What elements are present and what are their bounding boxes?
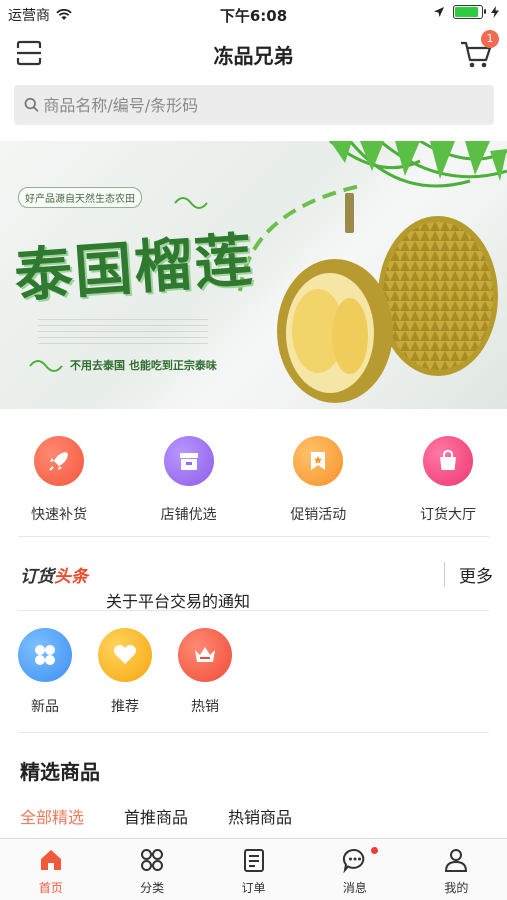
divider [18,536,489,537]
more-link[interactable]: 更多 [444,562,493,587]
quick-actions: 快速补货 店铺优选 促销活动 订货大厅 [0,432,507,532]
category-shortcuts: 新品 推荐 热销 [0,628,320,720]
quick-action-promotions[interactable]: 促销活动 [273,432,363,532]
search-input[interactable] [43,95,494,115]
search-bar[interactable] [14,85,494,125]
quick-action-label: 促销活动 [290,507,347,523]
order-icon [243,849,264,872]
quick-action-order-hall[interactable]: 订货大厅 [403,432,493,532]
tab-label: 我的 [444,881,469,895]
cart-count-badge: 1 [481,30,499,48]
tab-home[interactable]: 首页 [0,839,101,900]
featured-tabs: 全部精选 首推商品 热销商品 [20,804,292,828]
tab-category[interactable]: 分类 [101,839,202,900]
tab-hot-sellers[interactable]: 热销商品 [228,804,292,828]
tab-top-recommended[interactable]: 首推商品 [124,804,188,828]
tab-label: 订单 [241,881,266,895]
featured-title: 精选商品 [20,760,100,784]
category-recommended[interactable]: 推荐 [98,628,152,720]
tab-label: 分类 [140,881,165,895]
banner-tagline-top: 好产品源自天然生态农田 [18,187,142,208]
headline-news[interactable]: 订货头条 关于平台交易的通知 更多 [0,556,507,611]
bottom-tab-bar: 首页 分类 订单 消息 我的 [0,838,507,900]
category-label: 热销 [191,699,219,715]
category-label: 新品 [31,699,59,715]
ribbon-icon [293,436,344,486]
category-label: 推荐 [111,699,139,715]
cart-button[interactable]: 1 [459,30,499,70]
tab-all-picks[interactable]: 全部精选 [20,804,84,828]
tab-orders[interactable]: 订单 [203,839,304,900]
promo-banner[interactable]: 好产品源自天然生态农田 泰国榴莲 不用去泰国 也能吃到正宗泰味 [0,141,507,409]
quick-action-restock[interactable]: 快速补货 [14,432,104,532]
clock: 下午6:08 [219,7,288,25]
store-icon [163,436,214,486]
category-icon [141,849,164,871]
location-arrow-icon [434,7,444,17]
banner-headline: 泰国榴莲 [12,225,257,311]
news-logo-part2: 头条 [54,567,88,587]
app-header: 冻品兄弟 1 [0,28,507,78]
news-logo: 订货头条 [20,562,88,587]
battery-icon [453,5,486,19]
divider [18,610,489,611]
tab-label: 消息 [342,881,367,895]
status-bar: 运营商 下午6:08 [0,0,507,28]
grid-icon [18,628,72,682]
quick-action-store-picks[interactable]: 店铺优选 [144,432,234,532]
home-icon [40,850,61,870]
quick-action-label: 店铺优选 [160,507,217,523]
tab-profile[interactable]: 我的 [406,839,507,900]
message-icon [342,848,365,874]
news-logo-part1: 订货 [20,567,54,587]
page-title: 冻品兄弟 [213,44,294,68]
profile-icon [445,849,468,872]
rocket-icon [34,436,84,486]
quick-action-label: 订货大厅 [419,507,476,523]
shopping-bag-icon [422,436,473,486]
charging-icon [491,6,499,18]
tab-label: 首页 [38,881,63,895]
divider [18,732,489,733]
battery-fill [455,7,479,17]
unread-dot [370,847,378,854]
tab-messages[interactable]: 消息 [304,839,405,900]
banner-tagline-bottom: 不用去泰国 也能吃到正宗泰味 [70,359,217,372]
banner-smallprint-decoration [38,319,208,345]
crown-icon [178,628,232,682]
category-hot[interactable]: 热销 [178,628,232,720]
category-new[interactable]: 新品 [18,628,72,720]
news-item[interactable]: 关于平台交易的通知 [106,588,250,612]
heart-icon [98,628,152,682]
search-icon [24,97,39,112]
quick-action-label: 快速补货 [31,507,87,523]
